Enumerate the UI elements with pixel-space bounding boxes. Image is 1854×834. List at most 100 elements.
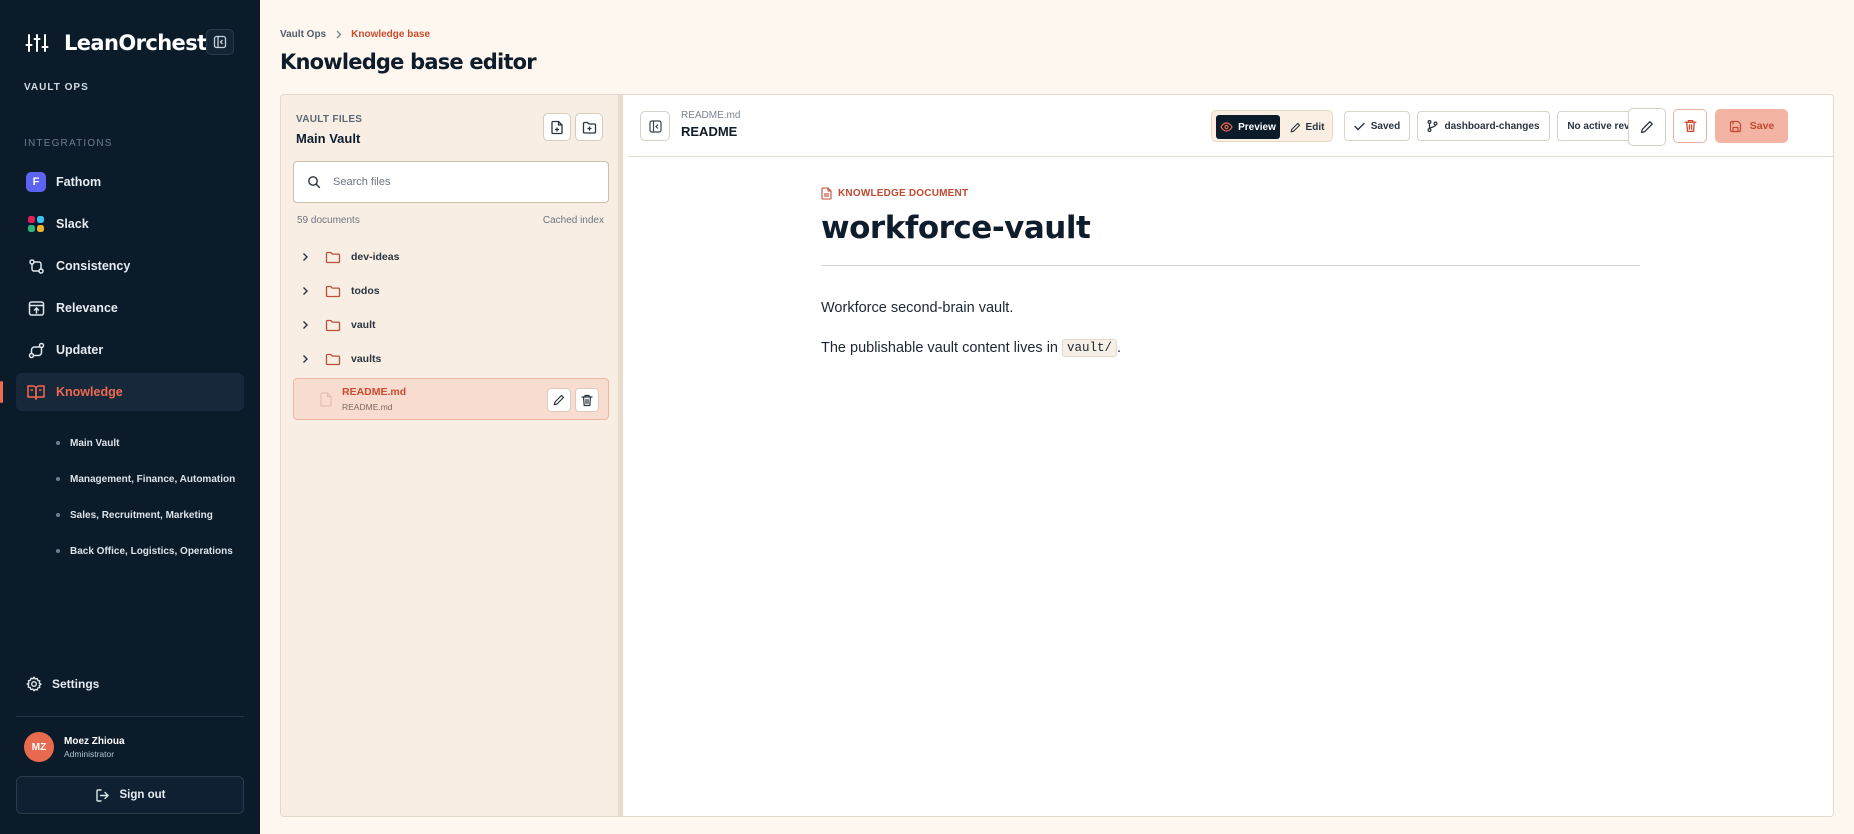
log-out-icon xyxy=(95,788,110,803)
editor-workspace: VAULT FILES Main Vault 59 documents Cach… xyxy=(280,94,1834,817)
editor-panel: README.md README Preview Edit Saved dash… xyxy=(628,95,1833,816)
sidebar-item-updater[interactable]: Updater xyxy=(16,331,244,369)
sliders-icon xyxy=(24,30,50,56)
sidebar-divider xyxy=(16,716,244,717)
document-divider xyxy=(821,265,1640,266)
folder-plus-icon xyxy=(582,121,596,134)
trash-icon xyxy=(581,394,593,406)
user-profile[interactable]: MZ Moez Zhioua Administrator xyxy=(24,732,125,762)
new-folder-button[interactable] xyxy=(575,113,603,141)
settings-link[interactable]: Settings xyxy=(26,676,99,692)
subnav-item-management[interactable]: Management, Finance, Automation xyxy=(56,461,235,497)
collapse-sidebar-button[interactable] xyxy=(206,29,234,55)
folder-name: todos xyxy=(351,285,380,297)
document-preview: KNOWLEDGE DOCUMENT workforce-vault Workf… xyxy=(821,187,1640,357)
editor-toolbar: README.md README Preview Edit Saved dash… xyxy=(628,95,1833,157)
sidebar-item-label: Relevance xyxy=(56,301,118,315)
toggle-file-panel-button[interactable] xyxy=(640,111,670,141)
document-title: workforce-vault xyxy=(821,210,1091,246)
sidebar-item-consistency[interactable]: Consistency xyxy=(16,247,244,285)
subnav-item-label: Management, Finance, Automation xyxy=(70,473,236,485)
file-path: README.md xyxy=(342,402,393,412)
file-icon xyxy=(320,391,332,407)
subnav-item-main-vault[interactable]: Main Vault xyxy=(56,425,235,461)
chevron-right-icon xyxy=(335,30,342,39)
mode-toggle: Preview Edit xyxy=(1211,110,1333,142)
branch-selector[interactable]: dashboard-changes xyxy=(1417,111,1550,141)
sidebar-item-relevance[interactable]: Relevance xyxy=(16,289,244,327)
saved-status: Saved xyxy=(1344,111,1410,141)
git-branch-icon xyxy=(1427,120,1438,132)
branch-label: dashboard-changes xyxy=(1444,120,1540,132)
edit-document-button[interactable] xyxy=(1628,108,1666,146)
sidebar-item-knowledge[interactable]: Knowledge xyxy=(0,373,244,411)
chevron-right-icon[interactable] xyxy=(301,286,315,296)
page-title: Knowledge base editor xyxy=(280,50,537,74)
file-row-readme[interactable]: README.md README.md xyxy=(293,378,609,420)
fathom-icon: F xyxy=(26,172,46,192)
vault-name: Main Vault xyxy=(296,131,361,146)
workspace-name: VAULT OPS xyxy=(24,82,89,93)
trash-icon xyxy=(1683,119,1697,133)
save-button[interactable]: Save xyxy=(1715,109,1788,143)
folder-row-todos[interactable]: todos xyxy=(293,274,609,308)
paragraph-text: . xyxy=(1117,340,1122,356)
check-icon xyxy=(1354,122,1365,131)
chevron-right-icon[interactable] xyxy=(301,320,315,330)
sign-out-label: Sign out xyxy=(119,789,166,801)
folder-row-vault[interactable]: vault xyxy=(293,308,609,342)
brand[interactable]: LeanOrchestr xyxy=(24,30,217,56)
brand-name: LeanOrchestr xyxy=(64,31,217,55)
delete-file-button[interactable] xyxy=(575,388,599,412)
search-box xyxy=(293,161,609,203)
subnav-item-back-office[interactable]: Back Office, Logistics, Operations xyxy=(56,533,235,569)
edit-label: Edit xyxy=(1305,121,1325,133)
slack-icon xyxy=(26,214,46,234)
folder-icon xyxy=(325,285,341,298)
sidebar: LeanOrchestr VAULT OPS INTEGRATIONS F Fa… xyxy=(0,0,260,834)
avatar: MZ xyxy=(24,732,54,762)
file-plus-icon xyxy=(551,120,563,134)
breadcrumb-item-knowledge-base: Knowledge base xyxy=(351,29,431,40)
folder-name: vault xyxy=(351,319,376,331)
save-label: Save xyxy=(1749,120,1775,132)
sign-out-button[interactable]: Sign out xyxy=(16,776,244,814)
document-kicker-label: KNOWLEDGE DOCUMENT xyxy=(838,188,969,199)
editor-file-name: README.md xyxy=(681,110,741,121)
file-text-icon xyxy=(821,187,832,200)
section-label-integrations: INTEGRATIONS xyxy=(24,138,113,149)
git-compare-icon xyxy=(26,256,46,276)
breadcrumb-item-vault-ops[interactable]: Vault Ops xyxy=(280,29,326,40)
preview-mode-button[interactable]: Preview xyxy=(1216,115,1280,139)
edit-mode-button[interactable]: Edit xyxy=(1284,115,1330,139)
eye-icon xyxy=(1220,122,1233,132)
paragraph-text: The publishable vault content lives in xyxy=(821,340,1058,356)
folder-icon xyxy=(325,319,341,332)
chevron-right-icon[interactable] xyxy=(301,354,315,364)
sidebar-item-label: Knowledge xyxy=(56,385,123,399)
document-paragraph: Workforce second-brain vault. xyxy=(821,300,1014,316)
sidebar-item-fathom[interactable]: F Fathom xyxy=(16,163,244,201)
pencil-icon xyxy=(1290,122,1301,133)
chevron-right-icon[interactable] xyxy=(301,252,315,262)
file-panel-label: VAULT FILES xyxy=(296,114,363,125)
pencil-icon xyxy=(553,394,565,406)
subnav-item-label: Back Office, Logistics, Operations xyxy=(70,545,233,557)
folder-row-dev-ideas[interactable]: dev-ideas xyxy=(293,240,609,274)
sidebar-item-slack[interactable]: Slack xyxy=(16,205,244,243)
folder-name: dev-ideas xyxy=(351,251,400,263)
upload-box-icon xyxy=(26,298,46,318)
preview-label: Preview xyxy=(1238,121,1276,133)
subnav-item-label: Main Vault xyxy=(70,437,120,449)
panel-left-icon xyxy=(213,35,227,49)
sidebar-item-label: Updater xyxy=(56,343,104,357)
search-input[interactable] xyxy=(333,176,583,188)
rename-file-button[interactable] xyxy=(547,388,571,412)
folder-row-vaults[interactable]: vaults xyxy=(293,342,609,376)
folder-icon xyxy=(325,353,341,366)
new-file-button[interactable] xyxy=(543,113,571,141)
gear-icon xyxy=(26,676,42,692)
delete-document-button[interactable] xyxy=(1673,109,1707,143)
subnav-item-sales[interactable]: Sales, Recruitment, Marketing xyxy=(56,497,235,533)
panel-left-icon xyxy=(648,119,662,133)
